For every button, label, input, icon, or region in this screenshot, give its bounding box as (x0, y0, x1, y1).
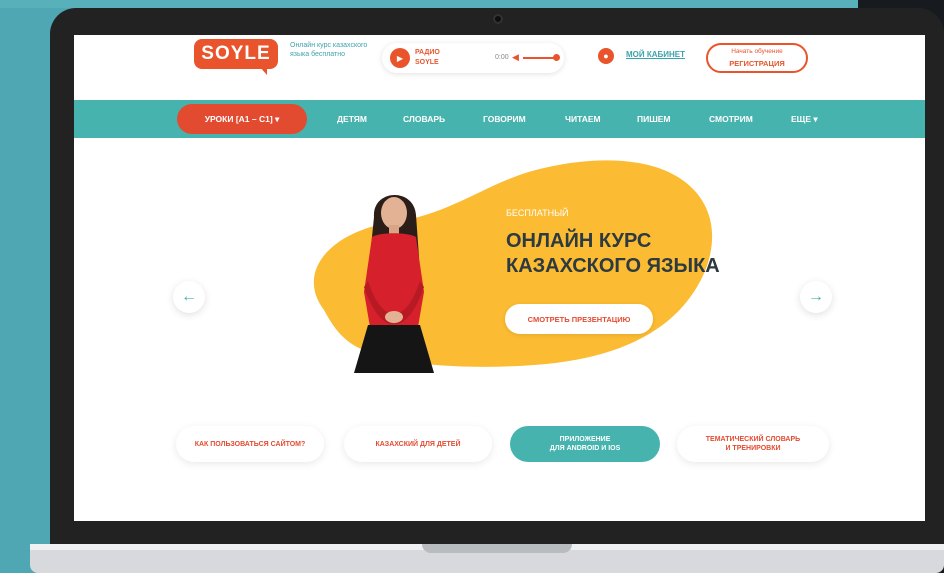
nav-item-dictionary[interactable]: СЛОВАРЬ (403, 114, 445, 124)
register-label: РЕГИСТРАЦИЯ (729, 59, 785, 68)
nav-item-kids[interactable]: ДЕТЯМ (337, 114, 367, 124)
lessons-dropdown[interactable]: УРОКИ [A1 – C1] ▾ (177, 104, 307, 134)
radio-time: 0:00 (495, 54, 509, 61)
tagline: Онлайн курс казахского языка бесплатно (290, 42, 368, 58)
arrow-right-icon[interactable]: → (800, 281, 832, 313)
nav-item-reading[interactable]: ЧИТАЕМ (565, 114, 601, 124)
nav-item-more[interactable]: ЕЩЕ ▾ (791, 114, 818, 125)
hero-photo (354, 194, 434, 373)
main-nav: УРОКИ [A1 – C1] ▾ ДЕТЯМ СЛОВАРЬ ГОВОРИМ … (74, 100, 925, 138)
logo-tail (259, 66, 267, 75)
radio-player: ▶ РАДИО SOYLE 0:00 ◀ (382, 43, 564, 73)
thematic-dictionary-link[interactable]: ТЕМАТИЧЕСКИЙ СЛОВАРЬ И ТРЕНИРОВКИ (677, 426, 829, 462)
volume-slider[interactable] (523, 57, 555, 59)
webcam (493, 14, 503, 24)
how-to-use-link[interactable]: КАК ПОЛЬЗОВАТЬСЯ САЙТОМ? (176, 426, 324, 462)
arrow-left-icon[interactable]: ← (173, 281, 205, 313)
cabinet-link[interactable]: МОЙ КАБИНЕТ (626, 50, 685, 59)
mobile-app-link[interactable]: ПРИЛОЖЕНИЕ ДЛЯ ANDROID И IOS (510, 426, 660, 462)
user-icon[interactable]: ● (598, 48, 614, 64)
laptop-screen: SOYLE Онлайн курс казахского языка беспл… (74, 35, 925, 521)
nav-item-speaking[interactable]: ГОВОРИМ (483, 114, 526, 124)
volume-icon[interactable]: ◀ (512, 52, 519, 63)
logo[interactable]: SOYLE (194, 39, 278, 69)
background-band (0, 0, 944, 8)
play-icon[interactable]: ▶ (390, 48, 410, 68)
register-subtitle: Начать обучение (731, 48, 783, 55)
hero-title: ОНЛАЙН КУРС КАЗАХСКОГО ЯЗЫКА (506, 230, 720, 277)
register-button[interactable]: Начать обучение РЕГИСТРАЦИЯ (706, 43, 808, 73)
laptop-notch (422, 544, 572, 553)
radio-label: РАДИО SOYLE (415, 49, 440, 66)
nav-item-writing[interactable]: ПИШЕМ (637, 114, 671, 124)
presentation-button[interactable]: СМОТРЕТЬ ПРЕЗЕНТАЦИЮ (505, 304, 653, 334)
volume-knob[interactable] (553, 54, 560, 61)
kids-kazakh-link[interactable]: КАЗАХСКИЙ ДЛЯ ДЕТЕЙ (344, 426, 492, 462)
hero-kicker: БЕСПЛАТНЫЙ (506, 208, 569, 218)
nav-item-watch[interactable]: СМОТРИМ (709, 114, 753, 124)
